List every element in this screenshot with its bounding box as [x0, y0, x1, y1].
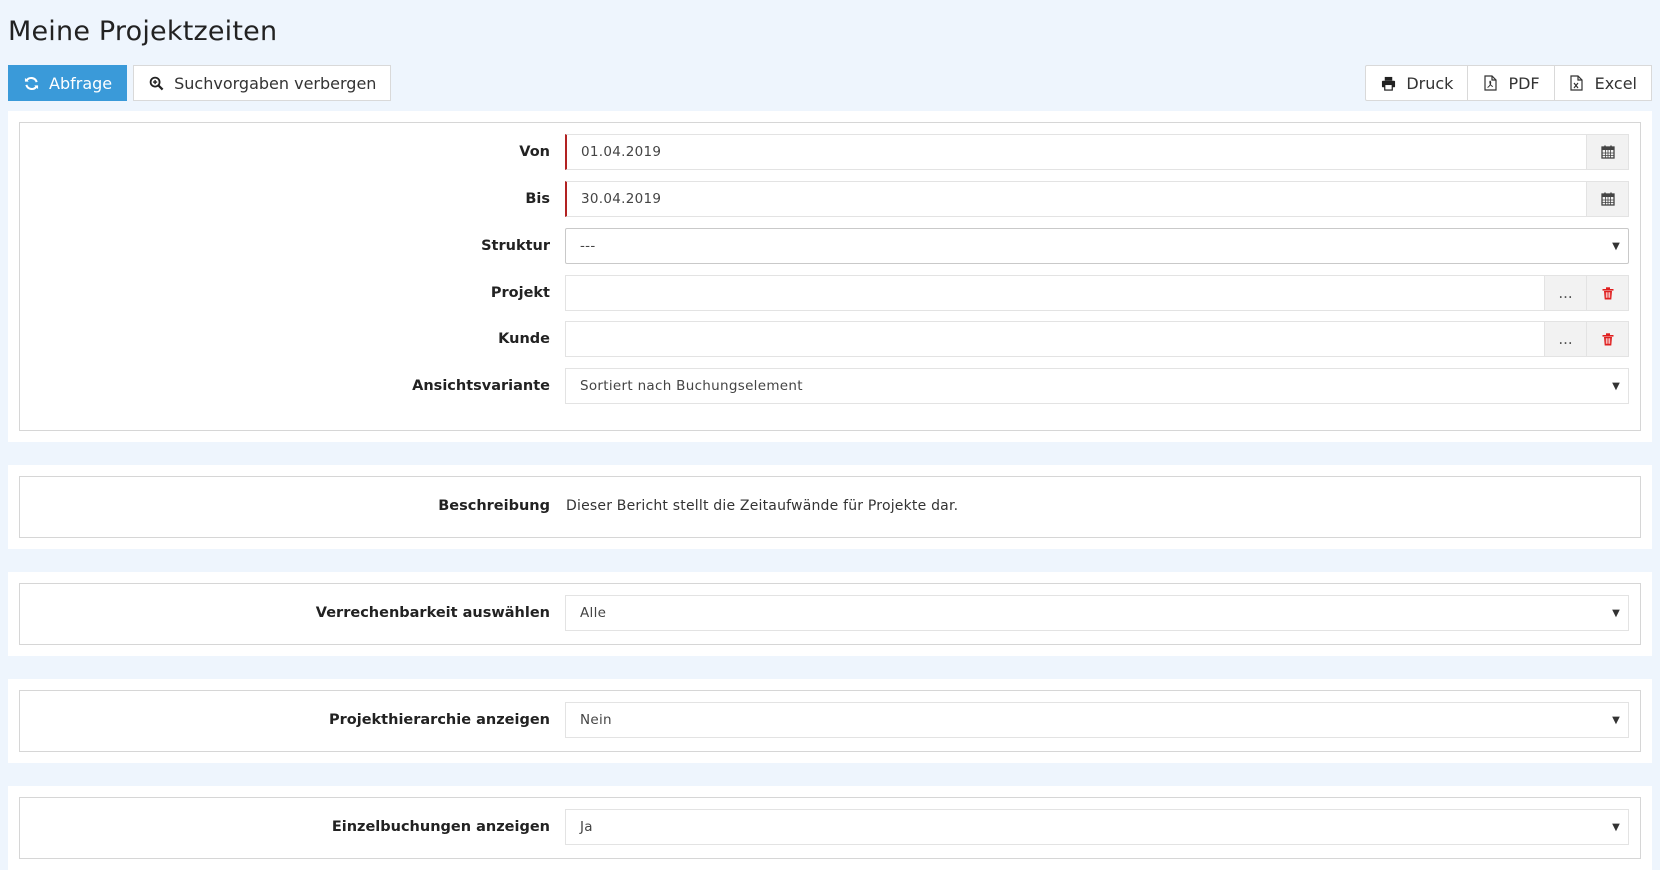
von-row: Von 01.04.2019 — [20, 134, 1640, 170]
filter-section: Von 01.04.2019 Bis 30.04.2019 Struktur -… — [8, 111, 1652, 442]
von-label: Von — [519, 144, 550, 160]
struktur-select[interactable]: --- ▼ — [565, 228, 1629, 264]
trash-icon[interactable] — [1586, 322, 1628, 356]
von-value: 01.04.2019 — [581, 144, 662, 160]
chevron-down-icon: ▼ — [1612, 607, 1620, 619]
kunde-label: Kunde — [498, 331, 550, 347]
chevron-down-icon: ▼ — [1612, 380, 1620, 392]
page-title: Meine Projektzeiten — [8, 16, 278, 47]
billing-fieldset: Verrechenbarkeit auswählen Alle ▼ — [19, 583, 1641, 645]
toolbar-left: Abfrage Suchvorgaben verbergen — [8, 65, 392, 101]
chevron-down-icon: ▼ — [1612, 240, 1620, 252]
kunde-lookup-button[interactable]: ... — [1544, 322, 1586, 356]
single-bookings-select[interactable]: Ja ▼ — [565, 809, 1629, 845]
single-bookings-fieldset: Einzelbuchungen anzeigen Ja ▼ — [19, 797, 1641, 859]
chevron-down-icon: ▼ — [1612, 714, 1620, 726]
single-bookings-value: Ja — [580, 819, 593, 835]
hierarchy-label: Projekthierarchie anzeigen — [329, 712, 550, 728]
single-bookings-section: Einzelbuchungen anzeigen Ja ▼ — [8, 786, 1652, 870]
query-label: Abfrage — [49, 73, 113, 93]
single-bookings-row: Einzelbuchungen anzeigen Ja ▼ — [20, 809, 1640, 845]
ansicht-row: Ansichtsvariante Sortiert nach Buchungse… — [20, 368, 1640, 404]
billing-row: Verrechenbarkeit auswählen Alle ▼ — [20, 595, 1640, 631]
print-label: Druck — [1406, 73, 1454, 93]
bis-value: 30.04.2019 — [581, 191, 662, 207]
description-label: Beschreibung — [438, 498, 550, 514]
trash-icon[interactable] — [1586, 276, 1628, 310]
projekt-label: Projekt — [490, 285, 550, 301]
excel-button[interactable]: Excel — [1553, 65, 1652, 101]
refresh-icon — [23, 75, 39, 91]
billing-value: Alle — [580, 605, 607, 621]
export-toolbar: Druck PDF Excel — [1365, 65, 1652, 101]
description-row: Beschreibung Dieser Bericht stellt die Z… — [20, 488, 1640, 524]
hierarchy-select[interactable]: Nein ▼ — [565, 702, 1629, 738]
hierarchy-value: Nein — [580, 712, 612, 728]
ansicht-value: Sortiert nach Buchungselement — [580, 378, 803, 394]
toggle-search-button[interactable]: Suchvorgaben verbergen — [133, 65, 392, 101]
hierarchy-row: Projekthierarchie anzeigen Nein ▼ — [20, 702, 1640, 738]
von-date-input[interactable]: 01.04.2019 — [565, 134, 1629, 170]
billing-label: Verrechenbarkeit auswählen — [315, 605, 550, 621]
single-bookings-label: Einzelbuchungen anzeigen — [331, 819, 550, 835]
calendar-icon[interactable] — [1586, 182, 1628, 216]
description-fieldset: Beschreibung Dieser Bericht stellt die Z… — [19, 476, 1641, 538]
pdf-label: PDF — [1508, 73, 1540, 93]
filter-fieldset: Von 01.04.2019 Bis 30.04.2019 Struktur -… — [19, 122, 1641, 431]
ansicht-label: Ansichtsvariante — [412, 378, 550, 394]
struktur-label: Struktur — [481, 238, 550, 254]
bis-row: Bis 30.04.2019 — [20, 181, 1640, 217]
pdf-file-icon — [1482, 75, 1498, 91]
struktur-value: --- — [580, 238, 596, 254]
description-text: Dieser Bericht stellt die Zeitaufwände f… — [566, 498, 959, 514]
projekt-row: Projekt ... — [20, 275, 1640, 311]
excel-label: Excel — [1594, 73, 1637, 93]
query-button[interactable]: Abfrage — [8, 65, 128, 101]
billing-section: Verrechenbarkeit auswählen Alle ▼ — [8, 572, 1652, 656]
toggle-search-label: Suchvorgaben verbergen — [174, 73, 377, 93]
pdf-button[interactable]: PDF — [1467, 65, 1555, 101]
projekt-input[interactable]: ... — [565, 275, 1629, 311]
hierarchy-fieldset: Projekthierarchie anzeigen Nein ▼ — [19, 690, 1641, 752]
struktur-row: Struktur --- ▼ — [20, 228, 1640, 264]
print-button[interactable]: Druck — [1365, 65, 1469, 101]
billing-select[interactable]: Alle ▼ — [565, 595, 1629, 631]
kunde-row: Kunde ... — [20, 321, 1640, 357]
description-section: Beschreibung Dieser Bericht stellt die Z… — [8, 465, 1652, 549]
print-icon — [1380, 75, 1396, 91]
projekt-lookup-button[interactable]: ... — [1544, 276, 1586, 310]
hierarchy-section: Projekthierarchie anzeigen Nein ▼ — [8, 679, 1652, 763]
ansicht-select[interactable]: Sortiert nach Buchungselement ▼ — [565, 368, 1629, 404]
zoom-in-icon — [148, 75, 164, 91]
bis-label: Bis — [525, 191, 550, 207]
excel-file-icon — [1569, 75, 1585, 91]
calendar-icon[interactable] — [1586, 135, 1628, 169]
chevron-down-icon: ▼ — [1612, 821, 1620, 833]
kunde-input[interactable]: ... — [565, 321, 1629, 357]
bis-date-input[interactable]: 30.04.2019 — [565, 181, 1629, 217]
